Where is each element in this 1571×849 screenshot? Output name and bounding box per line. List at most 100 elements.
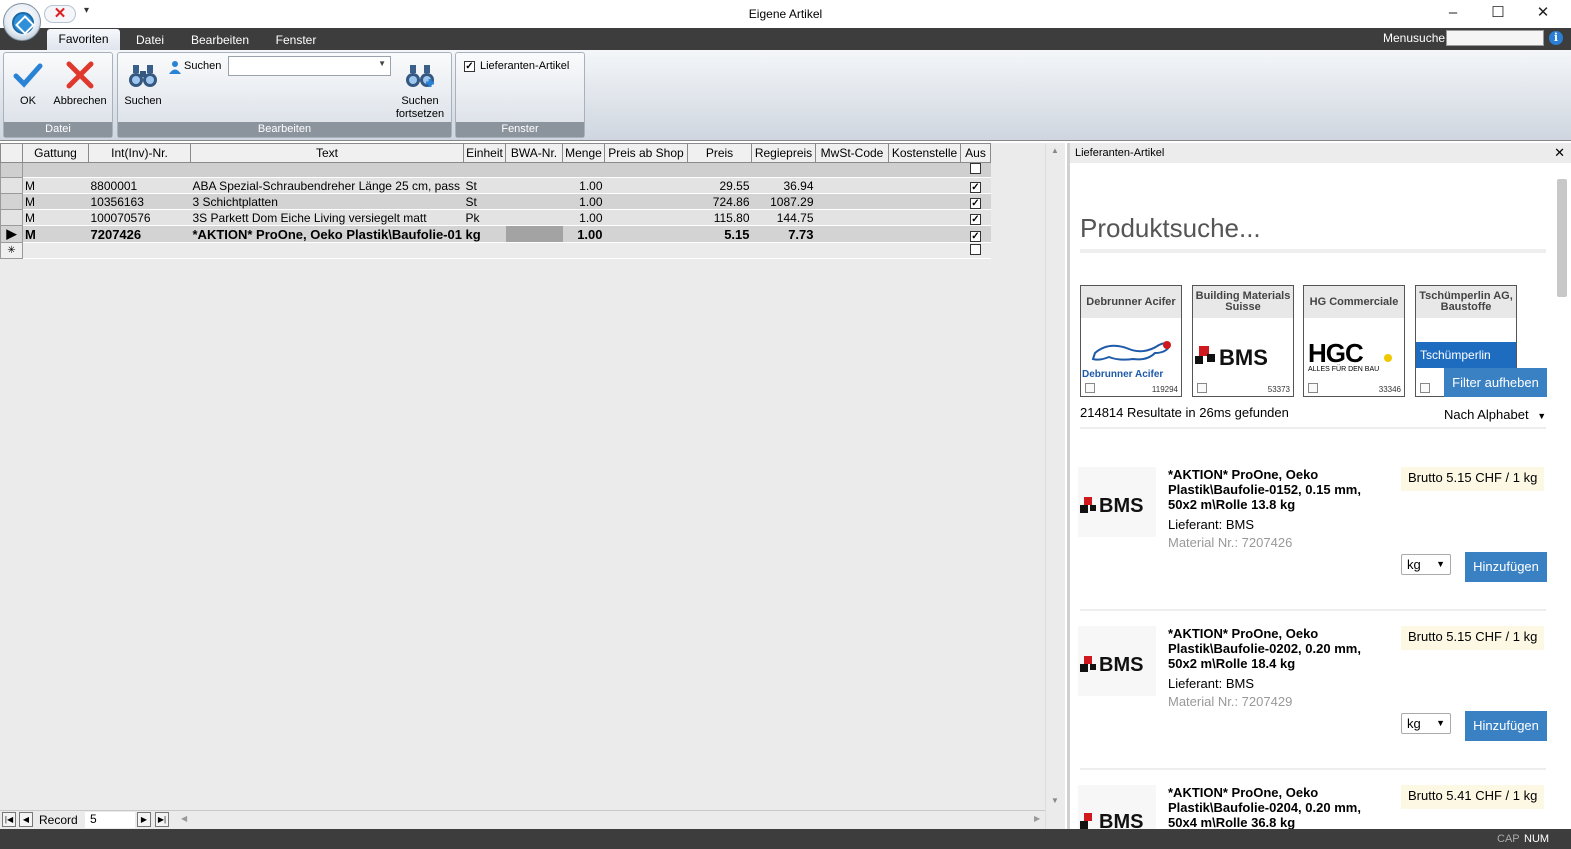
cell-einheit[interactable]: St — [463, 177, 506, 194]
new-row[interactable]: ✳ — [0, 242, 991, 259]
cell-text[interactable]: 3S Parkett Dom Eiche Living versiegelt m… — [190, 209, 464, 226]
cell-shop[interactable] — [604, 177, 688, 194]
sort-dropdown[interactable]: Nach Alphabet ▼ — [1444, 407, 1546, 422]
grid-corner[interactable] — [0, 143, 23, 163]
cell-gattung[interactable]: M — [22, 225, 89, 243]
prev-record-icon[interactable]: ◀ — [19, 812, 33, 827]
supplier-card-hgc[interactable]: HG Commerciale HGC ALLES FÜR DEN BAU 333… — [1303, 285, 1405, 397]
col-header[interactable]: Aus — [960, 143, 991, 163]
row-selector[interactable] — [0, 193, 23, 210]
lieferanten-artikel-checkbox[interactable]: ✓ — [464, 60, 475, 72]
cell-shop[interactable] — [604, 209, 688, 226]
scroll-up-icon[interactable]: ▲ — [1051, 146, 1059, 155]
scroll-left-icon[interactable]: ◀ — [181, 814, 187, 823]
cell-gattung[interactable]: M — [22, 209, 89, 226]
maximize-button[interactable]: ☐ — [1483, 4, 1513, 24]
cell-menge[interactable]: 1.00 — [562, 209, 605, 226]
filter-cell-aus[interactable] — [960, 162, 991, 178]
cell-mwst[interactable] — [815, 177, 889, 194]
filter-cell[interactable] — [604, 162, 688, 178]
col-header[interactable]: Int(Inv)-Nr. — [88, 143, 191, 163]
aus-checkbox[interactable]: ✓ — [970, 197, 981, 209]
filter-cell[interactable] — [751, 162, 816, 178]
cell-preis[interactable]: 724.86 — [687, 193, 752, 210]
tab-favoriten[interactable]: Favoriten — [47, 29, 120, 50]
aus-checkbox[interactable]: ✓ — [970, 230, 981, 242]
filter-cell[interactable] — [888, 162, 961, 178]
panel-scrollbar-thumb[interactable] — [1557, 179, 1567, 297]
filter-cell[interactable] — [687, 162, 752, 178]
cell-shop[interactable] — [604, 193, 688, 210]
panel-close-icon[interactable]: ✕ — [1554, 143, 1565, 163]
produktsuche-input[interactable]: Produktsuche... — [1080, 213, 1261, 244]
cell-aus[interactable] — [960, 242, 991, 259]
filter-row[interactable] — [0, 162, 991, 178]
suchen-combobox[interactable]: ▼ — [228, 56, 391, 76]
cell-text[interactable]: *AKTION* ProOne, Oeko Plastik\Baufolie-0… — [190, 225, 464, 243]
cell-mwst[interactable] — [815, 193, 889, 210]
cell-bwa[interactable] — [505, 209, 563, 226]
cell-kst[interactable] — [888, 193, 961, 210]
filter-aufheben-button[interactable]: Filter aufheben — [1444, 368, 1547, 397]
aus-checkbox[interactable]: ✓ — [970, 181, 981, 193]
table-row-current[interactable]: ▶ M 7207426 *AKTION* ProOne, Oeko Plasti… — [0, 225, 991, 243]
cell-einheit[interactable]: St — [463, 193, 506, 210]
cell-kst[interactable] — [888, 209, 961, 226]
table-row[interactable]: M 8800001 ABA Spezial-Schraubendreher Lä… — [0, 177, 991, 194]
first-record-icon[interactable]: |◀ — [2, 812, 16, 827]
col-header[interactable]: Einheit — [463, 143, 506, 163]
cell-aus[interactable]: ✓ — [960, 193, 991, 210]
new-row-marker-icon[interactable]: ✳ — [0, 242, 23, 259]
cell-text[interactable]: 3 Schichtplatten — [190, 193, 464, 210]
col-header[interactable]: Preis — [687, 143, 752, 163]
filter-cell[interactable] — [22, 162, 89, 178]
product-title[interactable]: *AKTION* ProOne, Oeko Plastik\Baufolie-0… — [1168, 785, 1378, 829]
col-header[interactable]: Gattung — [22, 143, 89, 163]
aus-checkbox[interactable]: ✓ — [970, 213, 981, 225]
cell-nr[interactable]: 8800001 — [88, 177, 191, 194]
cell-regie[interactable]: 36.94 — [751, 177, 816, 194]
cell-preis[interactable]: 5.15 — [687, 225, 752, 243]
tab-datei[interactable]: Datei — [125, 32, 175, 50]
cell-menge[interactable]: 1.00 — [562, 193, 605, 210]
cell-einheit[interactable]: Pk — [463, 209, 506, 226]
filter-cell[interactable] — [562, 162, 605, 178]
cell-gattung[interactable]: M — [22, 177, 89, 194]
cell-gattung[interactable]: M — [22, 193, 89, 210]
cell-regie[interactable]: 144.75 — [751, 209, 816, 226]
cell-aus[interactable]: ✓ — [960, 225, 991, 243]
menusuche-input[interactable] — [1446, 30, 1544, 46]
filter-cell[interactable] — [190, 162, 464, 178]
ok-button[interactable]: OK — [10, 59, 46, 107]
row-selector[interactable] — [0, 162, 23, 178]
current-row-marker-icon[interactable]: ▶ — [0, 225, 23, 243]
filter-cell[interactable] — [505, 162, 563, 178]
col-header[interactable]: Text — [190, 143, 464, 163]
unit-select[interactable]: kg ▼ — [1401, 554, 1451, 575]
col-header[interactable]: MwSt-Code — [815, 143, 889, 163]
supplier-card-bms[interactable]: Building Materials Suisse BMS 53373 — [1192, 285, 1294, 397]
scroll-down-icon[interactable]: ▼ — [1051, 796, 1059, 805]
lieferanten-artikel-toggle[interactable]: ✓ Lieferanten-Artikel — [464, 60, 569, 72]
close-window-button[interactable]: ✕ — [1528, 4, 1558, 24]
cell-menge[interactable]: 1.00 — [562, 177, 605, 194]
col-header[interactable]: Preis ab Shop — [604, 143, 688, 163]
table-row[interactable]: M 10356163 3 Schichtplatten St 1.00 724.… — [0, 193, 991, 210]
supplier-card-debrunner[interactable]: Debrunner Acifer Debrunner Acifer 119294 — [1080, 285, 1182, 397]
hinzufuegen-button[interactable]: Hinzufügen — [1465, 552, 1547, 582]
supplier-checkbox[interactable] — [1308, 383, 1318, 393]
cell-bwa[interactable] — [505, 193, 563, 210]
grid-vertical-scrollbar[interactable]: ▲ ▼ — [1045, 143, 1065, 829]
cell-kst[interactable] — [888, 177, 961, 194]
application-menu-button[interactable] — [3, 3, 41, 41]
cell-regie[interactable]: 7.73 — [751, 225, 816, 243]
product-title[interactable]: *AKTION* ProOne, Oeko Plastik\Baufolie-0… — [1168, 626, 1378, 671]
cell-mwst[interactable] — [815, 225, 889, 243]
cell-menge[interactable]: 1.00 — [562, 225, 605, 243]
cell-kst[interactable] — [888, 225, 961, 243]
tab-fenster[interactable]: Fenster — [268, 32, 324, 50]
aus-checkbox[interactable] — [970, 243, 981, 255]
supplier-checkbox[interactable] — [1197, 383, 1207, 393]
new-row-cells[interactable] — [22, 242, 961, 259]
col-header[interactable]: BWA-Nr. — [505, 143, 563, 163]
